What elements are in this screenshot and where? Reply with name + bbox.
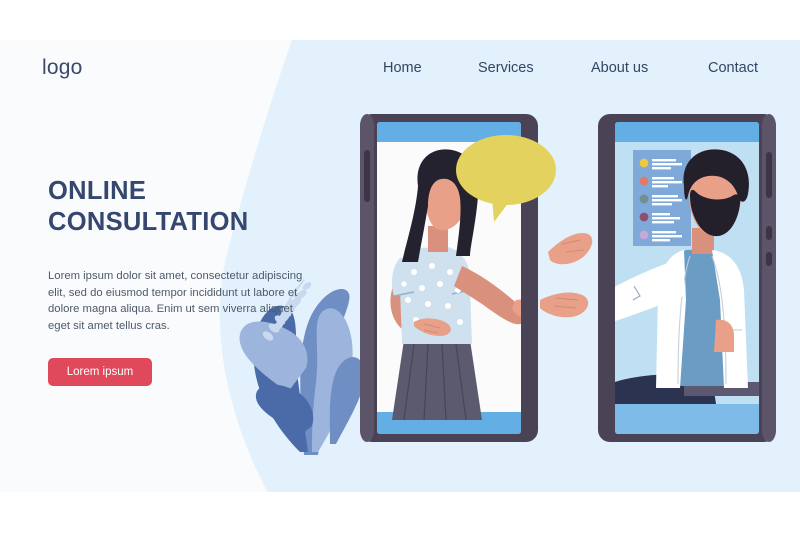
nav-item-services[interactable]: Services [478, 60, 534, 76]
page-title: ONLINE CONSULTATION [48, 177, 249, 236]
right-phone [598, 114, 776, 442]
nav-item-contact[interactable]: Contact [708, 60, 758, 76]
landing-page: logo Home Services About us Contact ONLI… [0, 0, 800, 533]
main-navigation: Home Services About us Contact [378, 60, 778, 82]
nav-item-home[interactable]: Home [383, 60, 422, 76]
nav-item-about-us[interactable]: About us [591, 60, 648, 76]
logo[interactable]: logo [42, 56, 83, 80]
reaching-hands [540, 232, 593, 318]
cta-button[interactable]: Lorem ipsum [48, 358, 152, 386]
hero-description: Lorem ipsum dolor sit amet, consectetur … [48, 270, 303, 332]
checklist-panel [633, 150, 691, 246]
left-phone [360, 114, 556, 442]
